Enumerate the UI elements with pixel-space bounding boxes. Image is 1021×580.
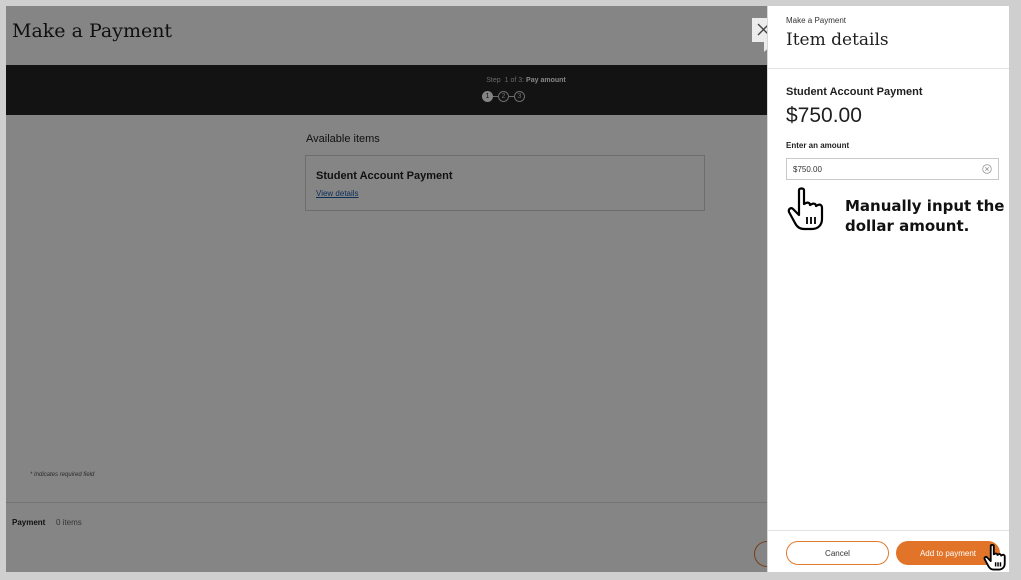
clear-circle-icon[interactable] [982,164,992,174]
panel-title: Item details [786,30,889,50]
panel-item-amount: $750.00 [786,104,862,127]
panel-item-name: Student Account Payment [786,86,923,98]
hand-pointer-icon [983,544,1006,571]
instruction-annotation: Manually input the dollar amount. [845,197,1005,235]
cancel-button[interactable]: Cancel [786,541,889,565]
amount-field-label: Enter an amount [786,141,850,150]
panel-breadcrumb: Make a Payment [786,16,847,25]
item-details-panel: Make a Payment Item details Student Acco… [767,6,1009,572]
app-frame: Make a Payment Step 1 of 3: Pay amount 1… [6,6,1009,572]
panel-footer-divider [768,530,1009,531]
hand-pointer-icon [787,187,824,231]
amount-input[interactable] [786,158,999,180]
panel-header-divider [768,68,1009,69]
